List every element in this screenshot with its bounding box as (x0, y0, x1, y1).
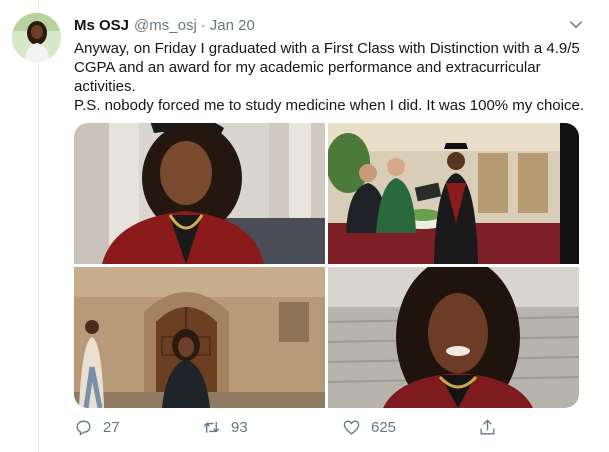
reply-count: 27 (103, 419, 120, 436)
like-button[interactable]: 625 (342, 418, 396, 437)
thread-divider (38, 0, 39, 452)
photo-graduate-portrait[interactable] (74, 123, 325, 264)
retweet-icon (203, 422, 220, 433)
photo-ceremony-stage[interactable] (328, 123, 579, 264)
separator-dot: · (200, 16, 206, 34)
reply-icon (76, 420, 91, 436)
heart-icon (343, 420, 360, 435)
tweet-header: Ms OSJ @ms_osj · Jan 20 (74, 15, 585, 35)
retweet-button[interactable]: 93 (202, 418, 248, 437)
photo-selfie-stairs[interactable] (328, 267, 579, 408)
retweet-count: 93 (231, 419, 248, 436)
avatar[interactable] (12, 13, 61, 62)
share-icon (480, 419, 495, 435)
media-grid (74, 123, 579, 408)
share-button[interactable] (478, 418, 507, 437)
tweet-text-paragraph-2: P.S. nobody forced me to study medicine … (74, 97, 584, 114)
chevron-down-icon[interactable] (567, 16, 585, 34)
author-handle[interactable]: @ms_osj (134, 17, 197, 34)
reply-button[interactable]: 27 (74, 418, 120, 437)
tweet-date[interactable]: Jan 20 (210, 17, 255, 34)
like-count: 625 (371, 419, 397, 436)
photo-building-entrance[interactable] (74, 267, 325, 408)
author-name[interactable]: Ms OSJ (74, 17, 129, 34)
tweet-text: Anyway, on Friday I graduated with a Fir… (74, 39, 589, 115)
tweet-actions: 27 93 625 (74, 418, 514, 440)
tweet-text-paragraph-1: Anyway, on Friday I graduated with a Fir… (74, 40, 580, 95)
